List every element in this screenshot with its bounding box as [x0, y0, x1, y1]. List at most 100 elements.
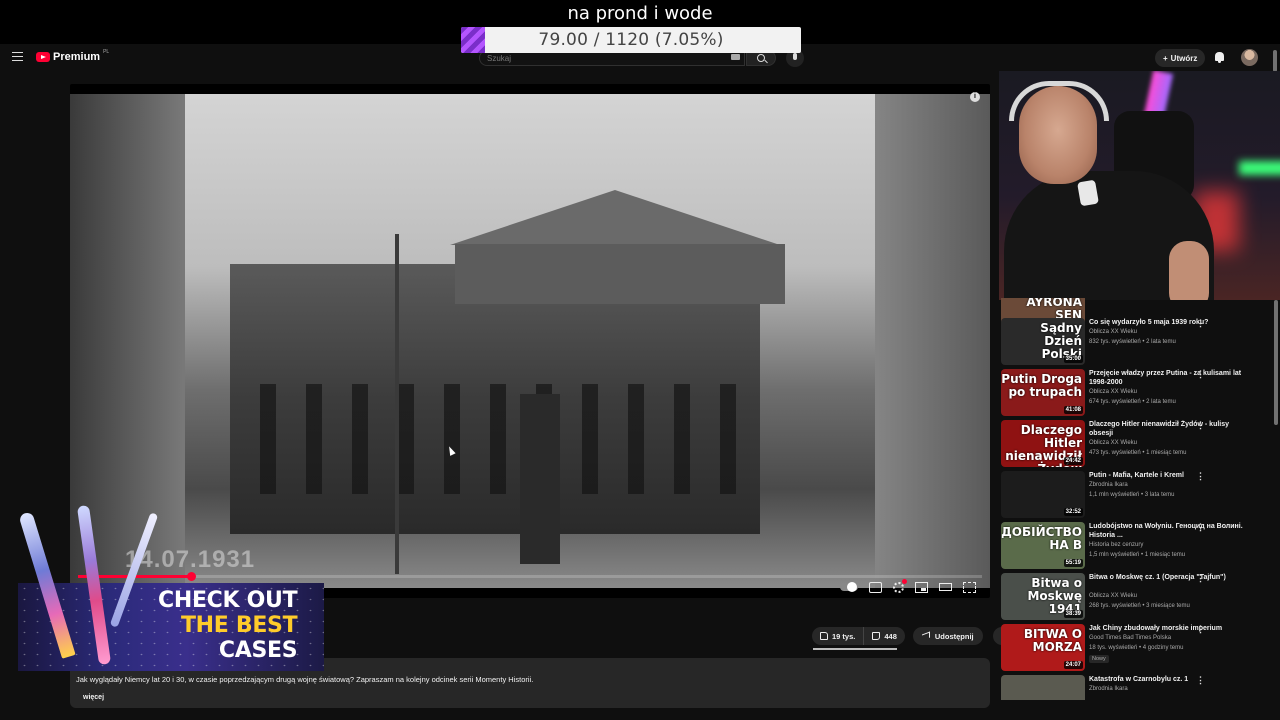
video-scrubber-handle[interactable]	[187, 572, 196, 581]
dislike-button[interactable]: 448	[864, 627, 905, 645]
recommendation-channel[interactable]: Oblicza XX Wieku	[1089, 389, 1137, 395]
recommendation-item[interactable]: 32:52 Putin - Mafia, Kartele i Kreml Zbrod…	[1001, 471, 1271, 521]
recommendation-item[interactable]: Sądny Dzień Polski 35:00 Co się wydarzyło …	[1001, 318, 1271, 368]
recommendation-menu-icon[interactable]: ⋮	[1196, 624, 1205, 635]
like-count: 19 tys.	[832, 631, 856, 641]
recommendation-menu-icon[interactable]: ⋮	[1196, 573, 1205, 584]
recommendation-title[interactable]: Przejęcie władzy przez Putina - za kulis…	[1089, 369, 1254, 387]
thumbs-up-icon	[820, 632, 828, 640]
recommendation-title[interactable]: Co się wydarzyło 5 maja 1939 roku?	[1089, 318, 1254, 327]
info-icon[interactable]: i	[970, 92, 980, 102]
fullscreen-icon[interactable]	[963, 581, 976, 593]
recommendation-meta: 1,1 mln wyświetleń • 3 lata temu	[1089, 492, 1175, 498]
video-frame: 14.07.1931	[70, 94, 990, 588]
ad-headline: CHECK OUT THE BEST CASES	[158, 588, 298, 663]
recommendation-thumbnail[interactable]: 32:52	[1001, 471, 1085, 518]
recommendation-meta: 832 tys. wyświetleń • 2 lata temu	[1089, 339, 1176, 345]
recommendation-thumbnail[interactable]: BITWA O MORZA 24:07	[1001, 624, 1085, 671]
recommendations-list: AYRONA SEN48:29291 tys. wyświetleń • 11 …	[1001, 298, 1271, 700]
recommendation-menu-icon[interactable]: ⋮	[1196, 369, 1205, 380]
recommendation-menu-icon[interactable]: ⋮	[1196, 420, 1205, 431]
recommendation-title[interactable]: Ludobójstwo na Wołyniu. Геноцид на Волин…	[1089, 522, 1254, 540]
autoplay-toggle-icon[interactable]	[840, 582, 858, 592]
recommendation-meta: 473 tys. wyświetleń • 1 miesiąc temu	[1089, 450, 1187, 456]
recommendation-thumbnail[interactable]	[1001, 675, 1085, 700]
recommendation-thumbnail[interactable]: Dlaczego Hitler nienawidził Żydów24:42	[1001, 420, 1085, 467]
recommendation-item[interactable]: Dlaczego Hitler nienawidził Żydów24:42Dl…	[1001, 420, 1271, 470]
recommendation-channel[interactable]: Historia bez cenzury	[1089, 542, 1143, 548]
recommendation-thumbnail[interactable]: Bitwa o Moskwę 1941 38:39	[1001, 573, 1085, 620]
recommendation-thumbnail[interactable]: Putin Droga po trupach 41:08	[1001, 369, 1085, 416]
new-badge: Nowy	[1089, 655, 1109, 663]
recommendation-thumbnail[interactable]: ДОБІЙСТВО НА В 55:19	[1001, 522, 1085, 569]
duration-badge: 41:08	[1063, 406, 1083, 414]
duration-badge: 38:39	[1063, 610, 1083, 618]
like-dislike-group: 19 tys. 448	[812, 627, 905, 645]
logo-text: Premium	[53, 51, 101, 63]
video-player[interactable]: 14.07.1931 i	[70, 84, 990, 598]
video-progress-bar[interactable]	[78, 572, 982, 581]
create-label: Utwórz	[1170, 53, 1198, 63]
statue-image	[520, 394, 560, 564]
recommendation-item[interactable]: ДОБІЙСТВО НА В 55:19 Ludobójstwo na Wołyni…	[1001, 522, 1271, 572]
create-button[interactable]: + Utwórz	[1155, 49, 1206, 67]
thumbs-down-icon	[872, 632, 881, 640]
share-arrow-icon	[921, 631, 930, 641]
recommendation-item[interactable]: Putin Droga po trupach 41:08 Przejęcie wła…	[1001, 369, 1271, 419]
recommendation-meta: 18 tys. wyświetleń • 4 godziny temu	[1089, 645, 1184, 651]
recommendation-title[interactable]: Bitwa o Moskwę cz. 1 (Operacja "Tajfun")	[1089, 573, 1254, 582]
youtube-premium-logo[interactable]: Premium PL	[36, 49, 109, 63]
recommendation-title[interactable]: Katastrofa w Czarnobylu cz. 1	[1089, 675, 1254, 684]
donation-goal-title: na prond i wode	[567, 3, 713, 24]
screen: na prond i wode Premium PL Szukaj + Utwó…	[0, 0, 1280, 720]
shirt-logo-image	[1077, 179, 1099, 207]
recommendation-channel[interactable]: Zbrodnia Ikara	[1089, 686, 1128, 692]
subtitles-icon[interactable]	[869, 581, 882, 593]
ad-line-3: CASES	[218, 638, 298, 663]
notifications-bell-icon[interactable]	[1215, 52, 1224, 63]
recommendation-item[interactable]: BITWA O MORZA 24:07 Jak Chiny zbudowały mo…	[1001, 624, 1271, 674]
recommendation-channel[interactable]: Good Times Bad Times Polska	[1089, 635, 1171, 641]
like-underline	[813, 648, 897, 650]
description-more-link[interactable]: więcej	[83, 694, 104, 701]
duration-badge: 24:07	[1063, 661, 1083, 669]
video-actions: 19 tys. 448 Udostępnij ⋮	[812, 627, 1011, 645]
donation-goal-text: 79.00 / 1120 (7.05%)	[538, 30, 724, 50]
recommendation-menu-icon[interactable]: ⋮	[1196, 318, 1205, 329]
recommendation-channel[interactable]: Oblicza XX Wieku	[1089, 329, 1137, 335]
share-button[interactable]: Udostępnij	[912, 627, 983, 645]
duration-badge: 55:19	[1063, 559, 1083, 567]
thumbnail-caption: ДОБІЙСТВО НА В	[1001, 525, 1082, 552]
share-label: Udostępnij	[934, 631, 974, 641]
streamer-arm-image	[1169, 241, 1209, 300]
dislike-count: 448	[884, 631, 897, 641]
like-button[interactable]: 19 tys.	[812, 627, 865, 645]
recommendation-thumbnail[interactable]: Sądny Dzień Polski 35:00	[1001, 318, 1085, 365]
recommendation-menu-icon[interactable]: ⋮	[1196, 675, 1205, 686]
account-avatar[interactable]	[1241, 49, 1258, 66]
recommendation-item[interactable]: Bitwa o Moskwę 1941 38:39 Bitwa o Moskwę c…	[1001, 573, 1271, 623]
sidebar-scrollbar[interactable]	[1274, 300, 1278, 425]
recommendation-title[interactable]: Dlaczego Hitler nienawidził Żydów - kuli…	[1089, 420, 1254, 438]
theater-mode-icon[interactable]	[939, 583, 952, 591]
settings-gear-icon[interactable]	[893, 578, 907, 593]
page-scrollbar[interactable]	[1273, 50, 1277, 72]
miniplayer-icon[interactable]	[915, 581, 928, 593]
recommendation-menu-icon[interactable]: ⋮	[1196, 471, 1205, 482]
recommendation-item[interactable]: Katastrofa w Czarnobylu cz. 1 Zbrodnia Ik…	[1001, 675, 1271, 700]
recommendation-channel[interactable]: Oblicza XX Wieku	[1089, 440, 1137, 446]
building-pediment-image	[450, 190, 780, 245]
duration-badge: 24:42	[1063, 457, 1083, 465]
recommendation-title[interactable]: Putin - Mafia, Kartele i Kreml	[1089, 471, 1254, 480]
youtube-play-icon	[36, 52, 50, 62]
keyboard-icon[interactable]	[731, 54, 740, 60]
recommendation-channel[interactable]: Zbrodnia Ikara	[1089, 482, 1128, 488]
hamburger-menu-icon[interactable]	[12, 52, 23, 61]
recommendation-menu-icon[interactable]: ⋮	[1196, 522, 1205, 533]
recommendation-title[interactable]: Jak Chiny zbudowały morskie imperium	[1089, 624, 1254, 633]
building-arches-image	[230, 384, 760, 494]
recommendation-channel[interactable]: Oblicza XX Wieku	[1089, 593, 1137, 599]
recommendation-meta: 268 tys. wyświetleń • 3 miesiące temu	[1089, 603, 1190, 609]
rgb-light-image	[1239, 161, 1280, 175]
streamer-face-image	[1019, 86, 1097, 184]
